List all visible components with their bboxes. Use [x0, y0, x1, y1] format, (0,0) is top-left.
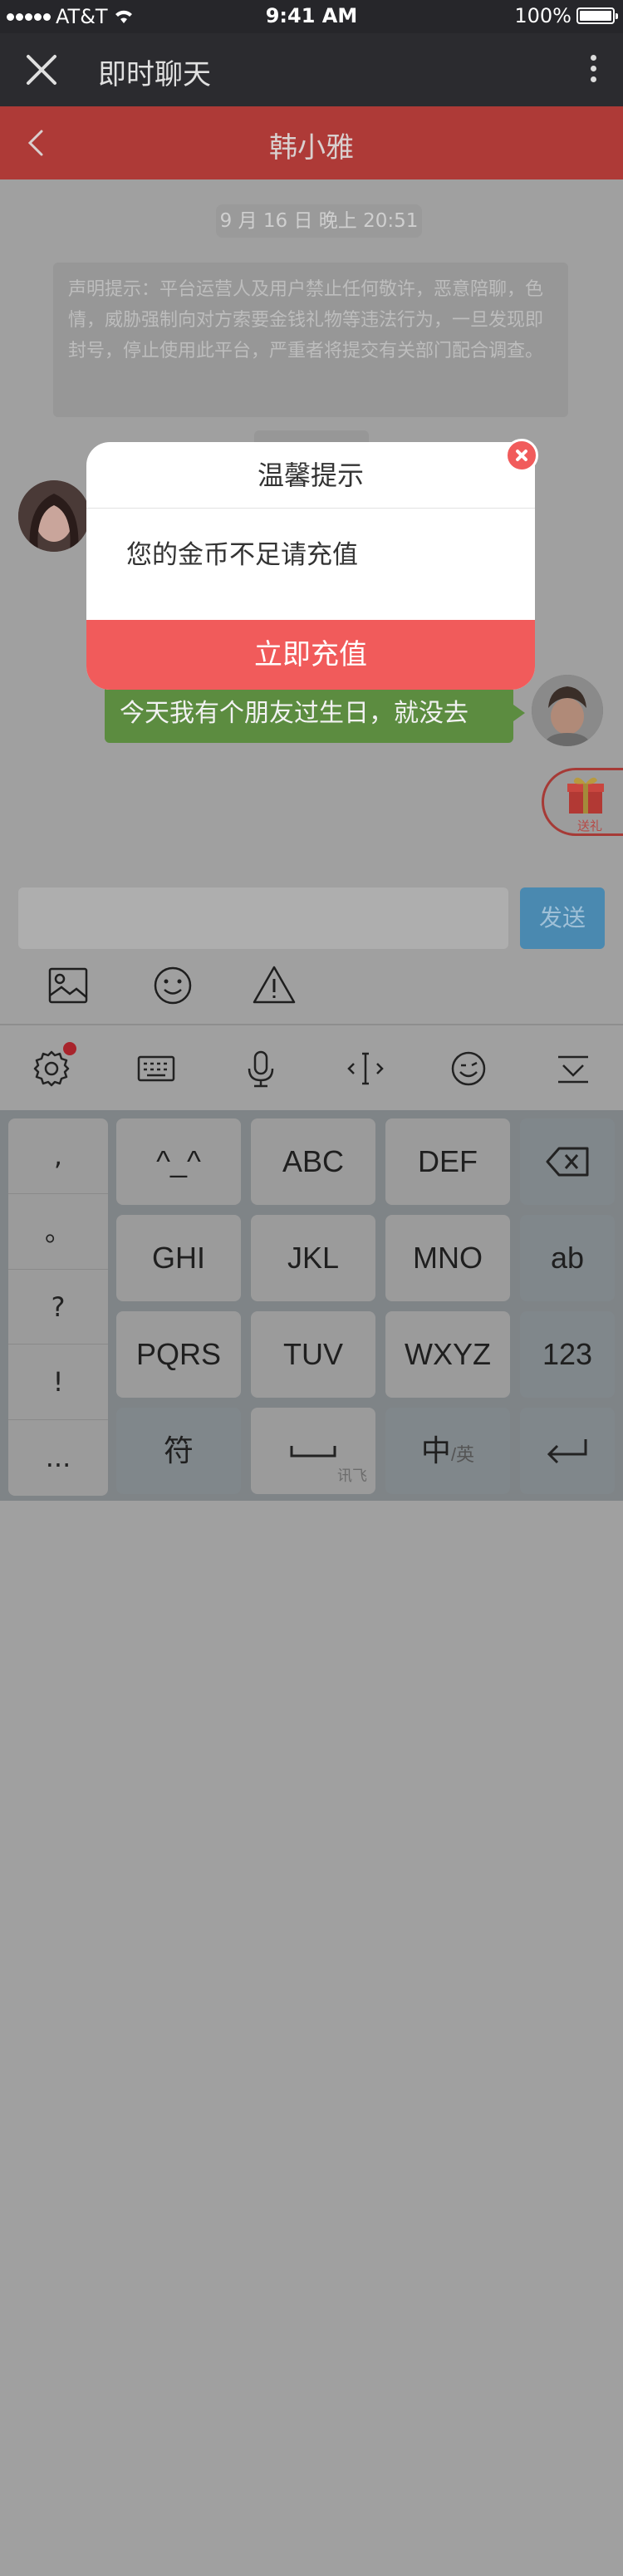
key-symbols[interactable]: 符 [116, 1408, 241, 1494]
modal-close-icon[interactable] [505, 439, 538, 472]
key-def[interactable]: DEF [385, 1118, 510, 1205]
app-title: 即时聊天 [98, 58, 211, 91]
collapse-keyboard-icon[interactable] [552, 1047, 595, 1090]
my-avatar[interactable] [532, 675, 603, 746]
emoji-icon[interactable] [150, 962, 196, 1009]
enter-key[interactable] [520, 1408, 615, 1494]
symbol-key[interactable]: , [8, 1118, 108, 1194]
key-emoticon[interactable]: ^_^ [116, 1118, 241, 1205]
symbol-column[interactable]: , 。 ? ! ... [8, 1118, 108, 1496]
key-wxyz[interactable]: WXYZ [385, 1311, 510, 1398]
app-header: 即时聊天 [0, 33, 623, 106]
emoji-icon[interactable] [447, 1047, 490, 1090]
modal-message: 您的金币不足请充值 [126, 540, 358, 570]
gift-button[interactable]: 送礼 [542, 768, 623, 836]
key-ghi[interactable]: GHI [116, 1215, 241, 1301]
symbol-key[interactable]: 。 [8, 1194, 108, 1270]
key-pqrs[interactable]: PQRS [116, 1311, 241, 1398]
keyboard-icon[interactable] [135, 1047, 178, 1090]
image-icon[interactable] [45, 962, 91, 1009]
recharge-modal: 温馨提示 您的金币不足请充值 立即充值 [86, 442, 535, 690]
key-123[interactable]: 123 [520, 1311, 615, 1398]
close-icon[interactable] [23, 52, 60, 88]
backspace-icon [546, 1147, 589, 1177]
ime-keyboard: , 。 ? ! ... ^_^ ABC DEF GHI JKL MNO ab P… [0, 1110, 623, 1501]
microphone-icon[interactable] [239, 1047, 282, 1090]
avatar-girl-image [18, 480, 90, 552]
message-timestamp: 9 月 16 日 晚上 20:51 [216, 204, 422, 238]
key-jkl[interactable]: JKL [251, 1215, 375, 1301]
gift-icon [567, 777, 604, 814]
backspace-key[interactable] [520, 1118, 615, 1205]
input-bar: 发送 [0, 871, 623, 1024]
space-key[interactable]: 讯飞 [251, 1408, 375, 1494]
more-vertical-icon[interactable] [588, 55, 598, 85]
language-switch-key[interactable]: 中/英 [385, 1408, 510, 1494]
battery-percent: 100% [514, 4, 571, 27]
message-input[interactable] [18, 887, 508, 949]
contact-avatar[interactable] [18, 480, 90, 552]
modal-title: 温馨提示 [86, 442, 535, 509]
cursor-move-icon[interactable] [344, 1047, 387, 1090]
contact-name: 韩小雅 [269, 131, 354, 165]
notification-dot [63, 1042, 76, 1055]
space-icon [290, 1446, 336, 1458]
symbol-key[interactable]: ... [8, 1420, 108, 1496]
lang-sub-label: /英 [450, 1444, 475, 1465]
key-tuv[interactable]: TUV [251, 1311, 375, 1398]
space-brand-label: 讯飞 [337, 1467, 367, 1484]
key-ab[interactable]: ab [520, 1215, 615, 1301]
lang-main-label: 中 [420, 1433, 451, 1467]
gift-label: 送礼 [577, 819, 603, 833]
symbol-key[interactable]: ? [8, 1270, 108, 1345]
enter-icon [547, 1439, 587, 1464]
status-bar: AT&T 9:41 AM 100% [0, 0, 623, 33]
battery-icon [576, 7, 618, 24]
my-message-bubble[interactable]: 今天我有个朋友过生日，就没去 [105, 685, 525, 743]
avatar-boy-image [532, 675, 603, 746]
warning-icon[interactable] [251, 962, 297, 1009]
ime-toolbar [0, 1024, 623, 1110]
send-button[interactable]: 发送 [520, 887, 605, 949]
recharge-button[interactable]: 立即充值 [86, 620, 535, 690]
key-abc[interactable]: ABC [251, 1118, 375, 1205]
key-mno[interactable]: MNO [385, 1215, 510, 1301]
symbol-key[interactable]: ! [8, 1345, 108, 1421]
platform-notice: 声明提示：平台运营人及用户禁止任何敬许，恶意陪聊，色情，威胁强制向对方索要金钱礼… [53, 263, 568, 417]
chat-nav-bar: 韩小雅 [0, 106, 623, 179]
